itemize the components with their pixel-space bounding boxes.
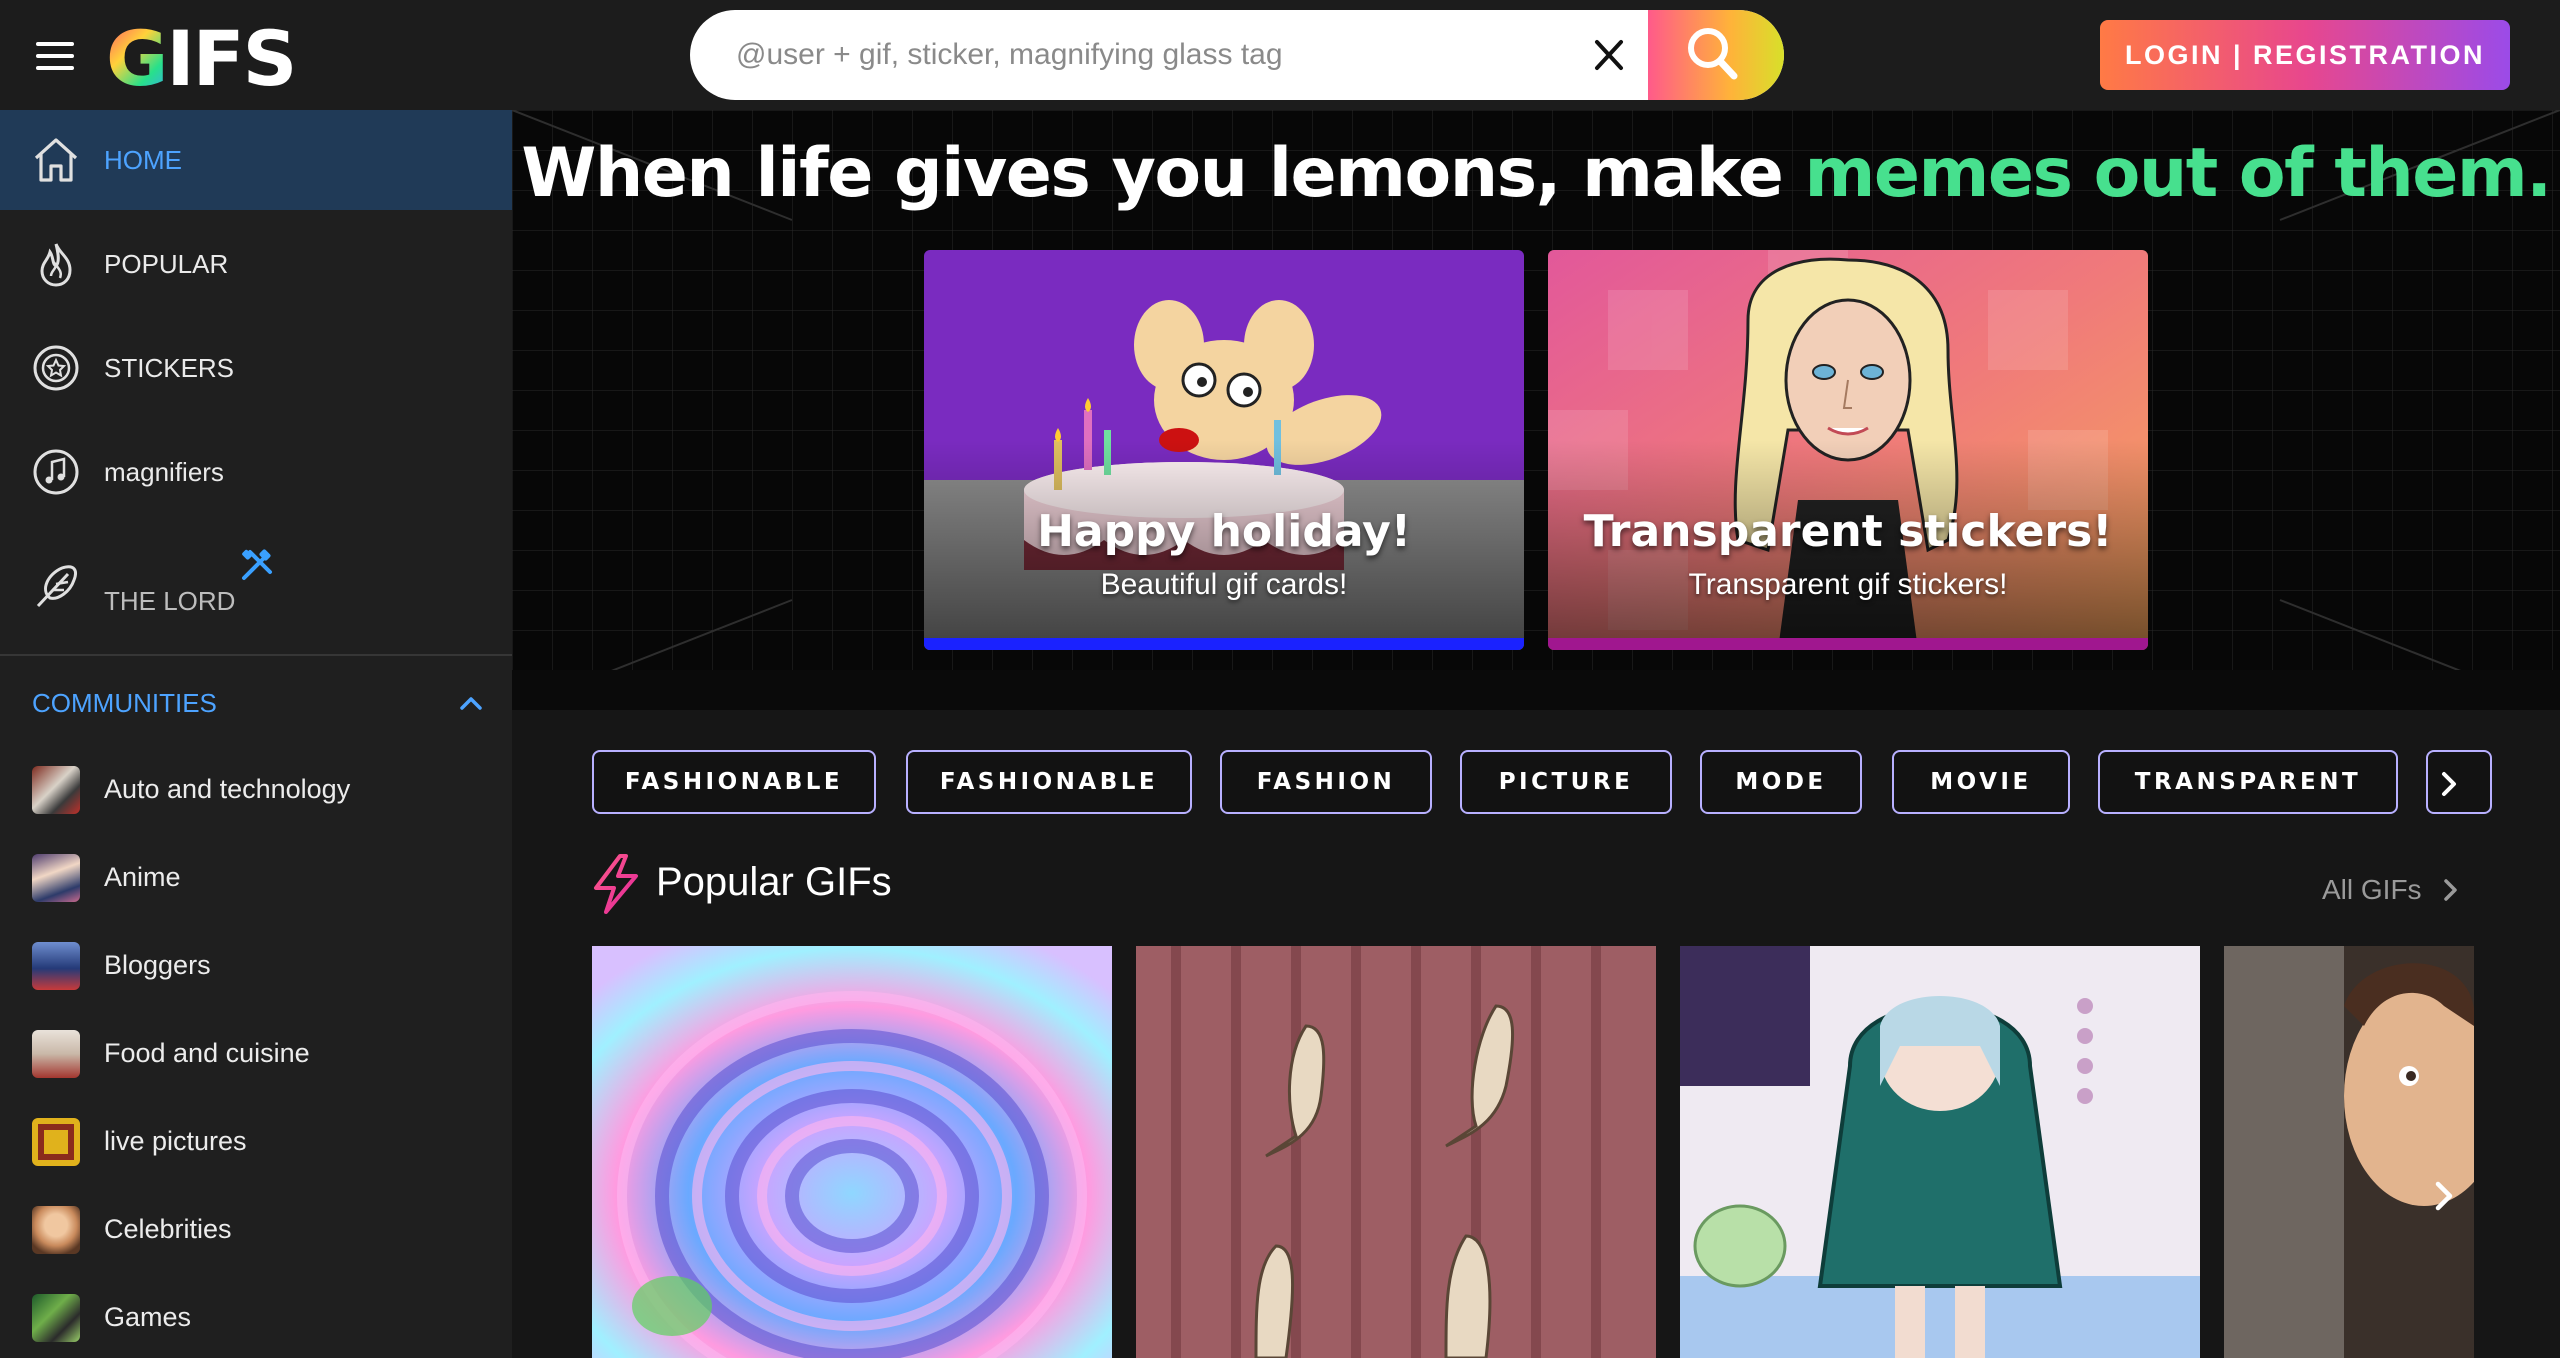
tag-chip[interactable]: MOVIE bbox=[1892, 750, 2070, 814]
menu-icon[interactable] bbox=[30, 36, 82, 76]
flame-icon bbox=[40, 243, 72, 287]
search-input[interactable] bbox=[736, 10, 1616, 100]
promo-card-accent-bar bbox=[924, 638, 1524, 650]
sidebar-divider bbox=[0, 654, 512, 656]
community-label: Bloggers bbox=[104, 950, 211, 980]
sidebar-item-stickers[interactable]: STICKERS bbox=[0, 318, 512, 418]
promo-card-title: Happy holiday! bbox=[1037, 506, 1411, 557]
tag-chip[interactable]: TRANSPARENT bbox=[2098, 750, 2398, 814]
community-anime[interactable]: Anime bbox=[0, 834, 512, 922]
tags-next-button[interactable] bbox=[2426, 750, 2492, 814]
promo-card-holiday[interactable]: Happy holiday! Beautiful gif cards! bbox=[924, 250, 1524, 650]
all-gifs-link[interactable]: All GIFs bbox=[2322, 874, 2462, 906]
chevron-right-icon bbox=[2443, 879, 2457, 901]
search-icon bbox=[1688, 28, 1738, 80]
popular-gifs-title: Popular GIFs bbox=[656, 860, 892, 904]
gif-psychedelic-swirl bbox=[592, 946, 1112, 1358]
promo-card-subtitle: Transparent gif stickers! bbox=[1688, 568, 2008, 601]
community-bloggers[interactable]: Bloggers bbox=[0, 922, 512, 1010]
top-header: GIFS LOGIN | REGISTRATION bbox=[0, 0, 2560, 110]
logo-letter-g: G bbox=[106, 13, 168, 103]
community-label: Food and cuisine bbox=[104, 1038, 310, 1068]
feather-icon bbox=[36, 565, 77, 608]
tag-chip[interactable]: FASHIONABLE bbox=[906, 750, 1192, 814]
community-food-and-cuisine[interactable]: Food and cuisine bbox=[0, 1010, 512, 1098]
home-icon bbox=[34, 138, 78, 182]
community-label: Celebrities bbox=[104, 1214, 232, 1244]
community-thumbnail bbox=[32, 1030, 80, 1078]
sidebar-item-label: HOME bbox=[104, 144, 182, 175]
hero-headline-accent: memes out of them. bbox=[1804, 134, 2553, 213]
gif-thumbnail[interactable] bbox=[1680, 946, 2200, 1358]
logo-text: IFS bbox=[166, 13, 297, 103]
sidebar-item-label: magnifiers bbox=[104, 456, 224, 487]
sidebar-item-popular[interactable]: POPULAR bbox=[0, 214, 512, 314]
chevron-right-icon bbox=[2435, 1181, 2453, 1211]
gif-thumbnail[interactable] bbox=[1136, 946, 1656, 1358]
gif-man-face bbox=[2224, 946, 2474, 1358]
hero-headline-white: When life gives you lemons, make bbox=[521, 134, 1805, 213]
community-label: Anime bbox=[104, 862, 181, 892]
music-note-icon bbox=[33, 449, 79, 495]
gifs-next-button[interactable] bbox=[2414, 1166, 2474, 1226]
sidebar-item-magnifiers[interactable]: magnifiers bbox=[0, 422, 512, 522]
chevron-right-icon bbox=[2442, 772, 2456, 796]
community-live-pictures[interactable]: live pictures bbox=[0, 1098, 512, 1186]
sidebar: HOME POPULAR STICKERS magnifiers THE LOR… bbox=[0, 110, 512, 1358]
community-games[interactable]: Games bbox=[0, 1274, 512, 1358]
gif-dancing-otters bbox=[1136, 946, 1656, 1358]
search-button[interactable] bbox=[1648, 10, 1784, 100]
clear-search-icon[interactable] bbox=[1574, 30, 1644, 80]
gif-thumbnail[interactable] bbox=[2224, 946, 2474, 1358]
hero-banner: When life gives you lemons, make memes o… bbox=[512, 110, 2560, 710]
tag-chip[interactable]: FASHIONABLE bbox=[592, 750, 876, 814]
promo-card-title: Transparent stickers! bbox=[1583, 506, 2113, 557]
sidebar-item-label: THE LORD bbox=[104, 586, 236, 616]
community-thumbnail bbox=[32, 1118, 80, 1166]
community-thumbnail bbox=[32, 1294, 80, 1342]
communities-header[interactable]: COMMUNITIES bbox=[32, 688, 217, 719]
sidebar-item-home[interactable]: HOME bbox=[0, 110, 512, 210]
community-thumbnail bbox=[32, 1206, 80, 1254]
all-gifs-label: All GIFs bbox=[2322, 874, 2422, 905]
community-auto-and-technology[interactable]: Auto and technology bbox=[0, 746, 512, 834]
community-celebrities[interactable]: Celebrities bbox=[0, 1186, 512, 1274]
chevron-up-icon[interactable] bbox=[456, 688, 486, 718]
sticker-icon bbox=[33, 345, 79, 391]
tag-chip[interactable]: FASHION bbox=[1220, 750, 1432, 814]
community-thumbnail bbox=[32, 854, 80, 902]
community-label: live pictures bbox=[104, 1126, 247, 1156]
community-label: Games bbox=[104, 1302, 192, 1332]
promo-card-stickers[interactable]: Transparent stickers! Transparent gif st… bbox=[1548, 250, 2148, 650]
login-registration-button[interactable]: LOGIN | REGISTRATION bbox=[2100, 20, 2510, 90]
tools-icon bbox=[242, 549, 272, 580]
gif-thumbnail[interactable] bbox=[592, 946, 1112, 1358]
hero-headline: When life gives you lemons, make memes o… bbox=[512, 134, 2560, 213]
community-thumbnail bbox=[32, 942, 80, 990]
tag-chip[interactable]: PICTURE bbox=[1460, 750, 1672, 814]
sidebar-item-the-lord[interactable]: THE LORD bbox=[0, 526, 512, 642]
community-thumbnail bbox=[32, 766, 80, 814]
community-label: Auto and technology bbox=[104, 774, 351, 804]
promo-card-subtitle: Beautiful gif cards! bbox=[1100, 568, 1348, 601]
sidebar-item-label: STICKERS bbox=[104, 352, 235, 383]
promo-card-accent-bar bbox=[1548, 638, 2148, 650]
tag-chip[interactable]: MODE bbox=[1700, 750, 1862, 814]
sidebar-item-label: POPULAR bbox=[104, 248, 229, 279]
site-logo[interactable]: G IFS bbox=[106, 14, 297, 103]
gif-anime-girl-hoodie bbox=[1680, 946, 2200, 1358]
tag-carousel: FASHIONABLE FASHIONABLE FASHION PICTURE … bbox=[592, 750, 2492, 814]
lightning-icon bbox=[594, 854, 638, 914]
